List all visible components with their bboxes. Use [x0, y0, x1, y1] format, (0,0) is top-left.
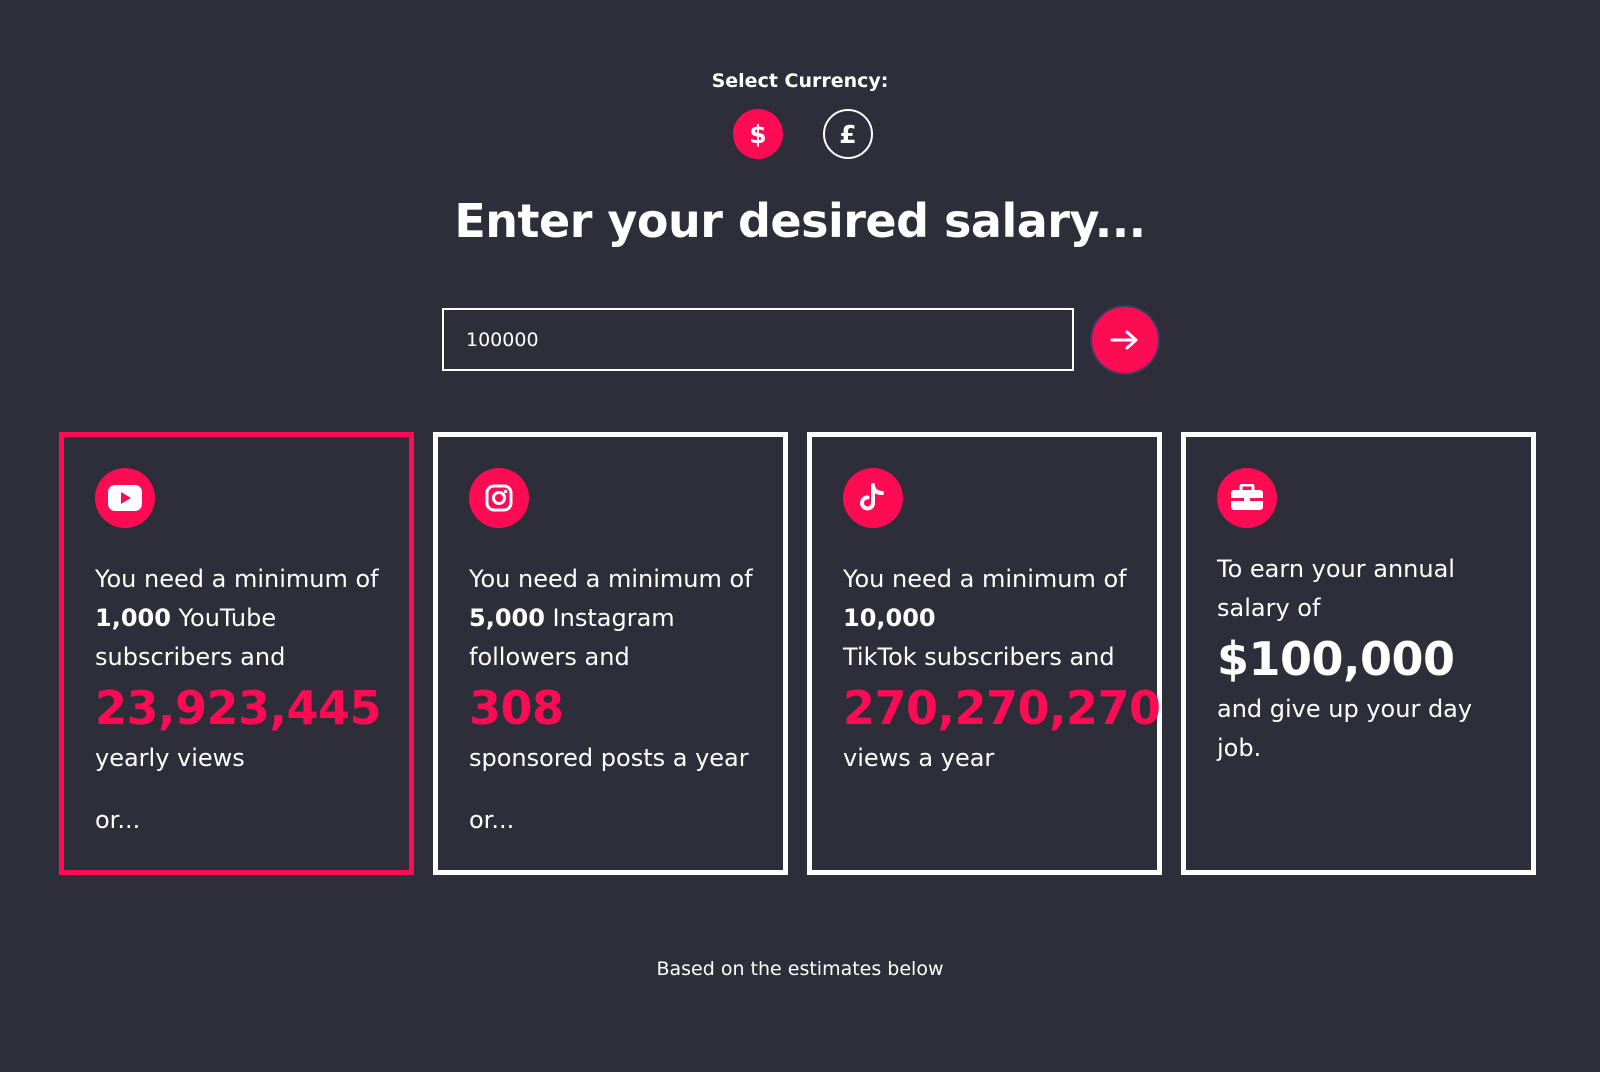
- currency-usd-button[interactable]: $: [733, 109, 783, 159]
- currency-gbp-button[interactable]: £: [823, 109, 873, 159]
- youtube-card: You need a minimum of 1,000 YouTube subs…: [59, 432, 414, 875]
- salary-intro-text: To earn your annual salary of: [1217, 555, 1455, 622]
- tiktok-requirement-text: You need a minimum of 10,000 TikTok subs…: [843, 565, 1127, 671]
- tiktok-after-text: views a year: [843, 744, 995, 772]
- youtube-yearly-views-value: 23,923,445: [95, 681, 382, 735]
- youtube-min-subscribers: 1,000: [95, 604, 171, 632]
- tiktok-yearly-views-value: 270,270,270: [843, 681, 1161, 735]
- instagram-after-text: sponsored posts a year: [469, 744, 749, 772]
- instagram-or-text: or...: [469, 806, 515, 834]
- briefcase-icon: [1217, 468, 1277, 528]
- youtube-or-text: or...: [95, 806, 141, 834]
- arrow-right-icon: [1110, 330, 1138, 350]
- youtube-requirement-text: You need a minimum of 1,000 YouTube subs…: [95, 565, 379, 671]
- youtube-after-text: yearly views: [95, 744, 245, 772]
- instagram-sponsored-posts-value: 308: [469, 681, 564, 735]
- page-title: Enter your desired salary...: [454, 194, 1146, 248]
- instagram-card: You need a minimum of 5,000 Instagram fo…: [433, 432, 788, 875]
- tiktok-icon: [843, 468, 903, 528]
- currency-selector: $ £: [733, 109, 873, 159]
- salary-amount: $100,000: [1217, 632, 1455, 686]
- instagram-min-followers: 5,000: [469, 604, 545, 632]
- estimates-note: Based on the estimates below: [656, 958, 944, 980]
- tiktok-min-subscribers: 10,000: [843, 604, 936, 632]
- salary-outro-text: and give up your day job.: [1217, 695, 1473, 762]
- youtube-icon: [95, 468, 155, 528]
- salary-summary-card: To earn your annual salary of $100,000 a…: [1181, 432, 1536, 875]
- salary-input[interactable]: [442, 308, 1074, 371]
- select-currency-label: Select Currency:: [711, 70, 889, 92]
- instagram-icon: [469, 468, 529, 528]
- submit-button[interactable]: [1092, 307, 1158, 373]
- instagram-requirement-text: You need a minimum of 5,000 Instagram fo…: [469, 565, 753, 671]
- tiktok-card: You need a minimum of 10,000 TikTok subs…: [807, 432, 1162, 875]
